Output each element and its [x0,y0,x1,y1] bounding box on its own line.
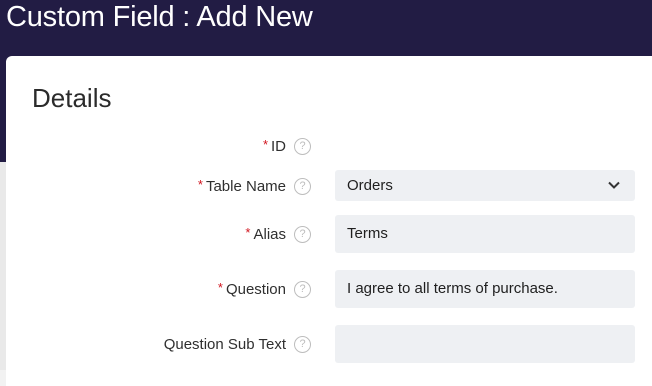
required-marker: * [197,177,203,192]
required-marker: * [262,137,268,152]
help-circle-icon[interactable]: ? [294,138,311,155]
field-label-table-name: * Table Name [197,177,286,195]
field-label-text: Alias [253,226,286,243]
alias-value: Terms [347,225,388,242]
table-name-select[interactable]: Orders [335,170,635,201]
alias-input[interactable]: Terms [335,215,635,253]
field-row-question: * Question ? I agree to all terms of purc… [6,270,652,308]
table-name-value: Orders [347,177,393,194]
required-marker: * [245,225,251,240]
help-circle-icon[interactable]: ? [294,178,311,195]
field-row-question-sub-text: Question Sub Text ? [6,325,652,363]
field-label-text: Question Sub Text [163,336,286,353]
field-label-text: ID [271,138,286,155]
chevron-down-icon [608,181,620,189]
help-circle-icon[interactable]: ? [294,336,311,353]
field-label-text: Question [225,281,286,298]
help-circle-icon[interactable]: ? [294,226,311,243]
required-marker: * [217,280,223,295]
question-input[interactable]: I agree to all terms of purchase. [335,270,635,308]
page-title: Custom Field : Add New [6,1,313,33]
field-label-alias: * Alias [245,225,286,243]
field-label-question-sub-text: Question Sub Text [161,336,286,353]
help-circle-icon[interactable]: ? [294,281,311,298]
question-value: I agree to all terms of purchase. [347,280,558,297]
field-row-table-name: * Table Name ? Orders [6,170,652,202]
field-row-id: * ID ? [6,136,652,158]
question-sub-text-input[interactable] [335,325,635,363]
field-label-id: * ID [262,137,286,155]
section-title: Details [32,83,112,113]
field-label-text: Table Name [205,178,286,195]
details-card: Details * ID ? * Table Name ? Orders * Alia… [6,56,652,386]
field-label-question: * Question [217,280,286,298]
field-row-alias: * Alias ? Terms [6,215,652,253]
